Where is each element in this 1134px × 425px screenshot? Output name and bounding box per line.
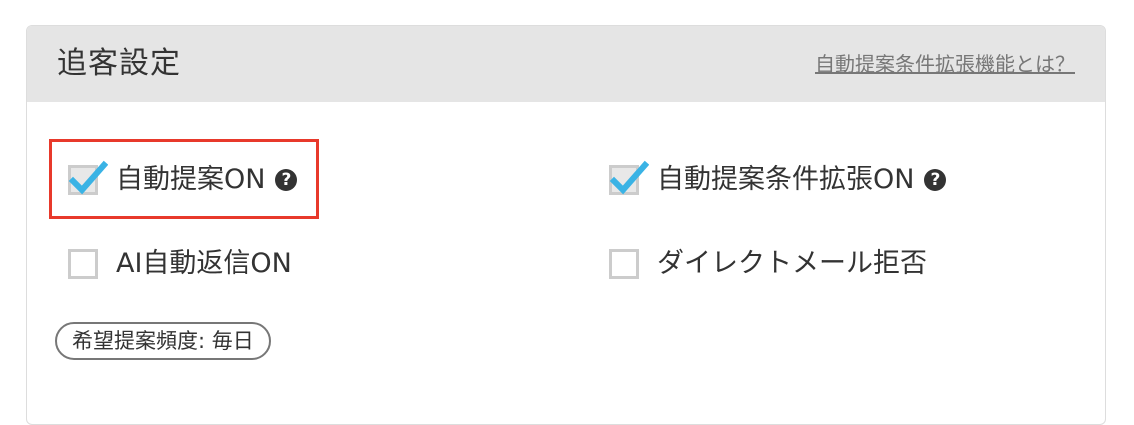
direct-mail-reject-checkbox[interactable] (609, 249, 639, 279)
auto-suggest-extend-option[interactable]: 自動提案条件拡張ON ? (609, 160, 947, 200)
panel-title: 追客設定 (57, 46, 181, 81)
highlight-annotation (49, 139, 319, 219)
ai-auto-reply-checkbox[interactable] (68, 249, 98, 279)
follow-up-settings-panel: 追客設定 自動提案条件拡張機能とは？ (26, 25, 1106, 425)
suggest-frequency-badge: 希望提案頻度: 毎日 (55, 322, 271, 360)
panel-header: 追客設定 自動提案条件拡張機能とは？ (27, 26, 1105, 102)
question-circle-icon[interactable]: ? (924, 169, 947, 191)
ai-auto-reply-label: AI自動返信ON (116, 248, 292, 279)
check-icon (609, 160, 649, 195)
ai-auto-reply-option[interactable]: AI自動返信ON (68, 244, 292, 284)
direct-mail-reject-label: ダイレクトメール拒否 (657, 248, 927, 279)
direct-mail-reject-option[interactable]: ダイレクトメール拒否 (609, 244, 927, 284)
auto-suggest-extend-label: 自動提案条件拡張ON (657, 164, 915, 195)
auto-suggest-extension-help-link[interactable]: 自動提案条件拡張機能とは？ (815, 51, 1075, 77)
auto-suggest-extend-checkbox[interactable] (609, 160, 649, 195)
